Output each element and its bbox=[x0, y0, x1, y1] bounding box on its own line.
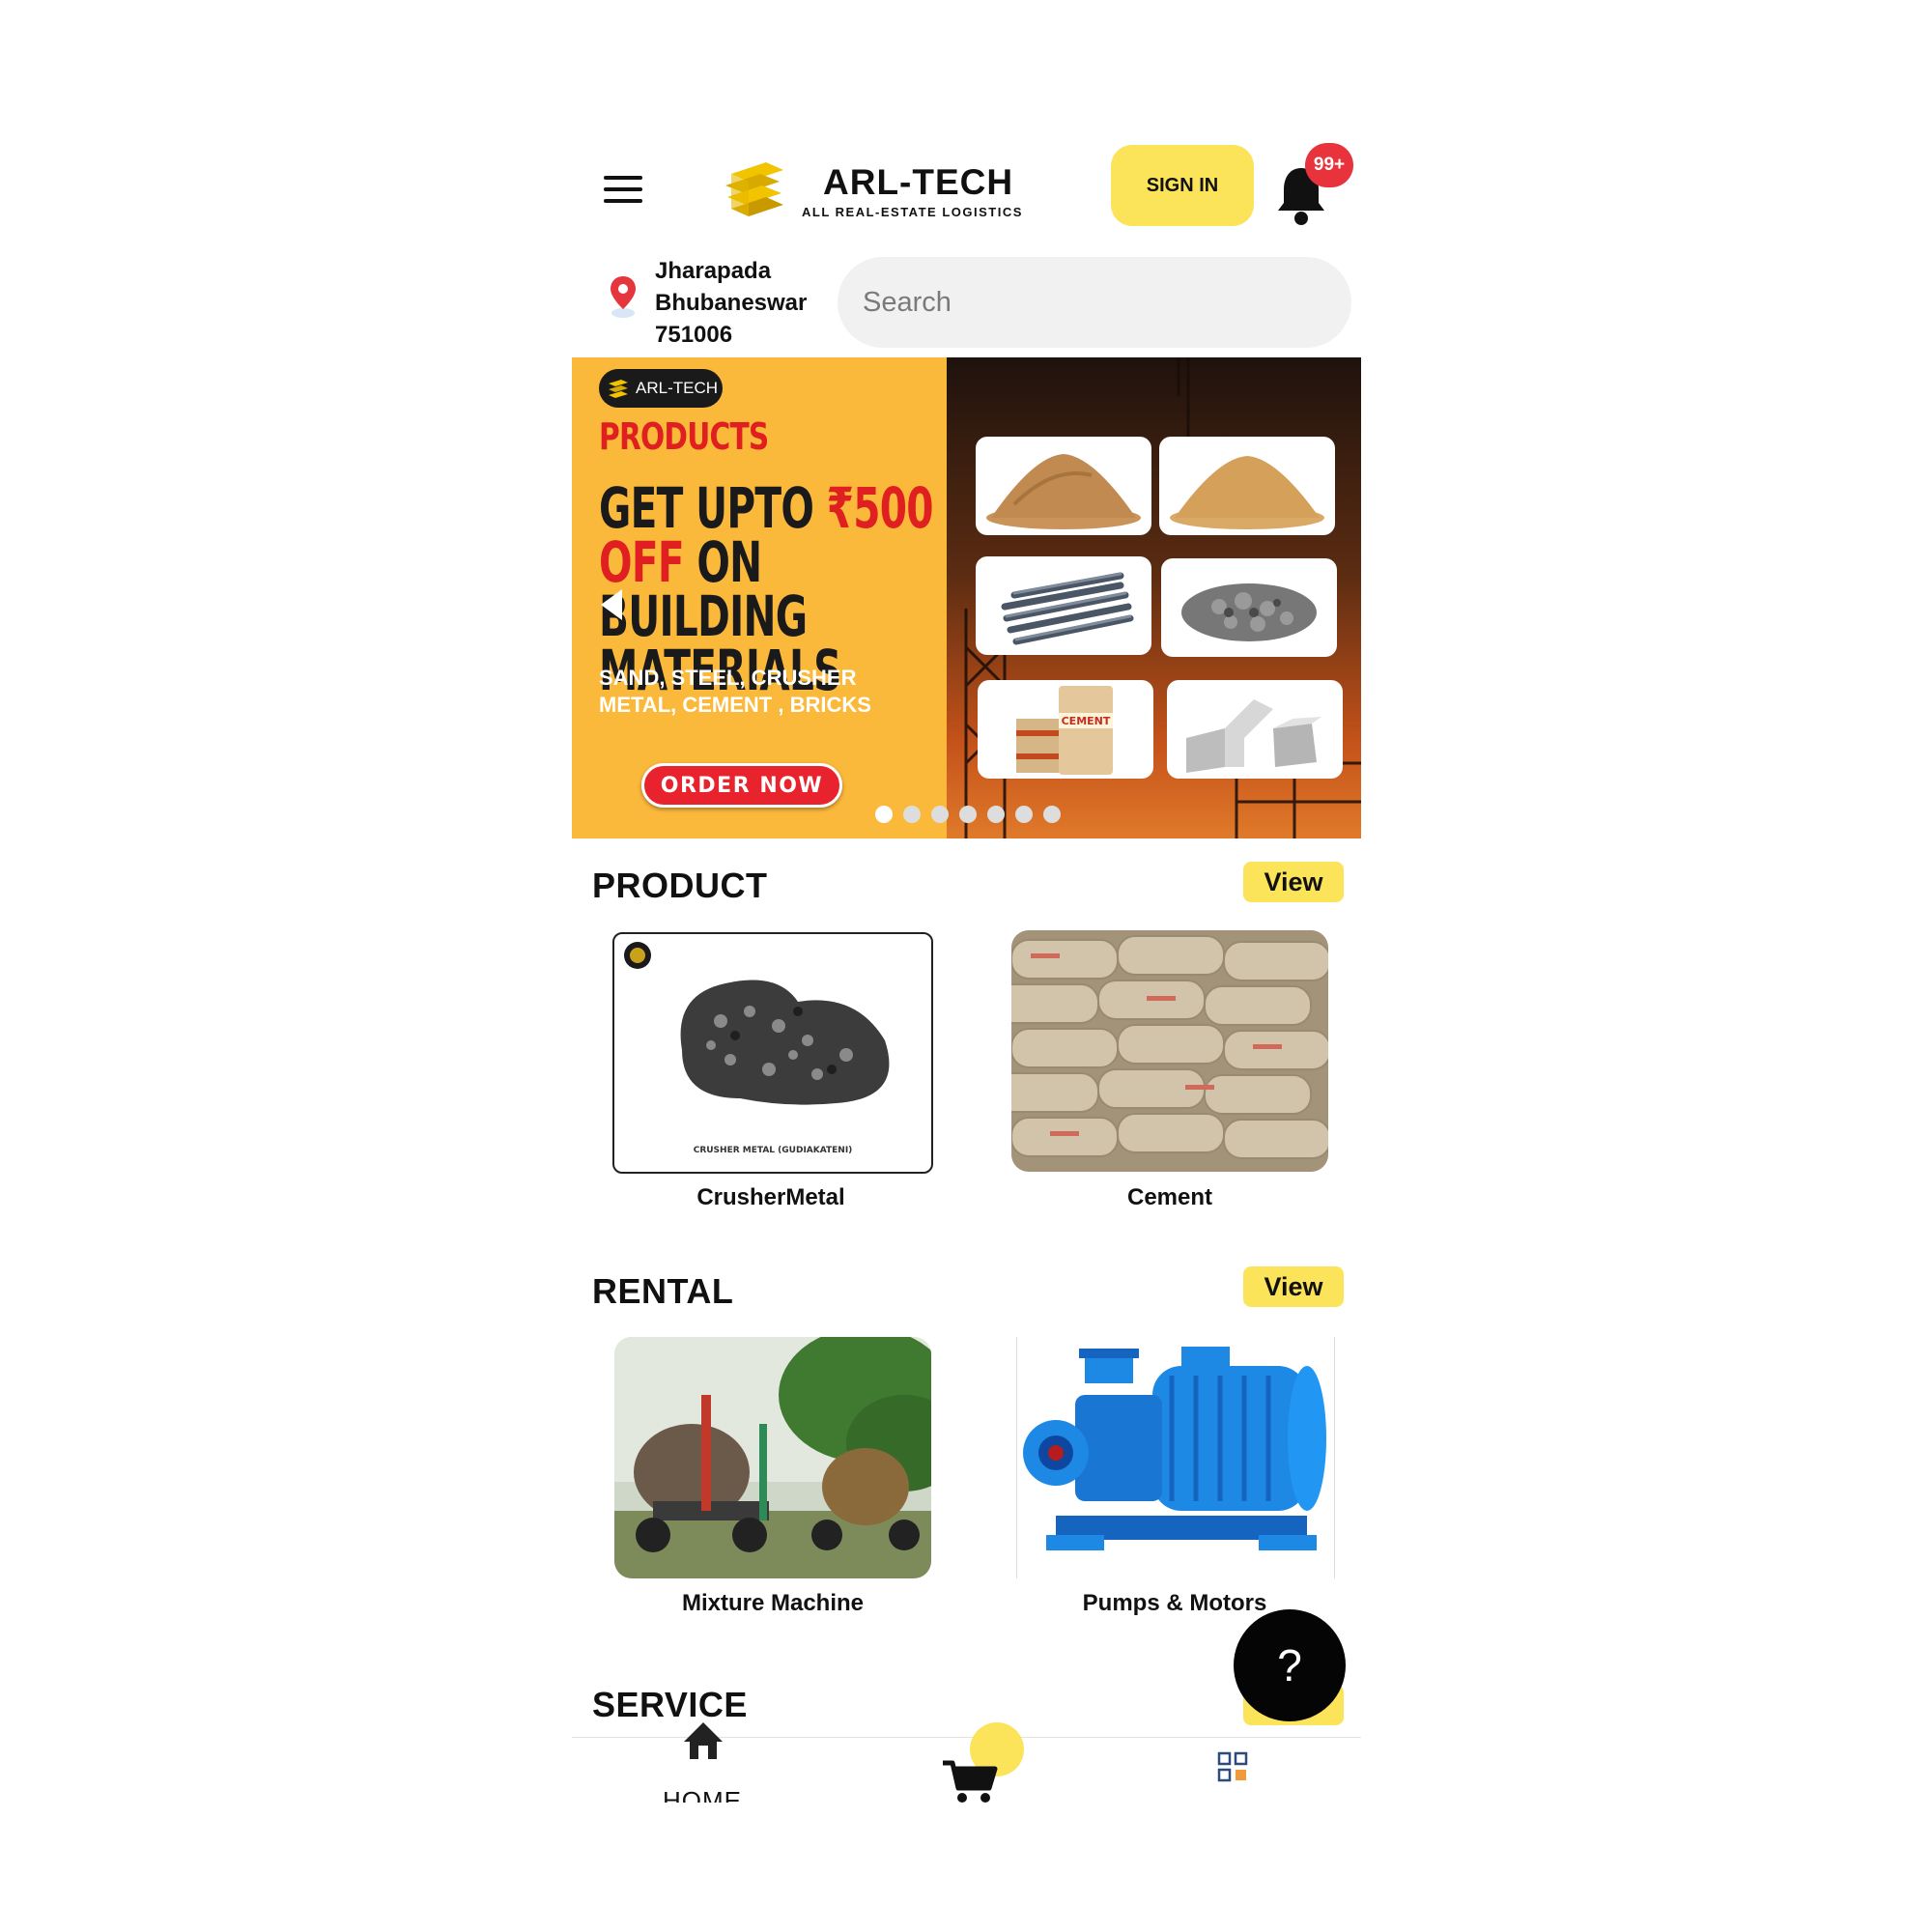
menu-icon[interactable] bbox=[604, 176, 642, 207]
location-line-2: Bhubaneswar bbox=[655, 290, 808, 316]
carousel-dot[interactable] bbox=[1015, 806, 1033, 823]
pump-motor-image bbox=[1023, 1347, 1326, 1550]
banner-subtitle: SAND, STEEL, CRUSHER METAL, CEMENT , BRI… bbox=[599, 666, 871, 717]
cement-bags-image: CEMENT bbox=[1016, 686, 1113, 775]
mixture-machine-image bbox=[614, 1337, 931, 1578]
cement-tile: CEMENT bbox=[978, 680, 1153, 779]
crusher-metal-card[interactable]: CRUSHER METAL (GUDIAKATENI) bbox=[612, 932, 933, 1174]
arl-tech-logo-icon bbox=[725, 162, 783, 216]
carousel-dot[interactable] bbox=[1043, 806, 1061, 823]
carousel-prev-icon[interactable] bbox=[601, 589, 622, 620]
arl-tech-small-logo-icon bbox=[609, 380, 628, 398]
location-line-1: Jharapada bbox=[655, 258, 772, 284]
fine-sand-tile bbox=[1159, 437, 1335, 535]
steel-rods-image bbox=[1001, 572, 1134, 645]
rental-section-title: RENTAL bbox=[592, 1271, 734, 1311]
bottom-navigation: HOME bbox=[572, 1722, 1361, 1803]
banner-brand-tag-text: ARL-TECH bbox=[636, 379, 719, 397]
product-view-button[interactable]: View bbox=[1243, 862, 1344, 902]
crusher-metal-tile bbox=[1161, 558, 1337, 657]
order-now-button[interactable]: ORDER NOW bbox=[641, 763, 842, 808]
steel-tile bbox=[976, 556, 1151, 655]
home-icon[interactable] bbox=[682, 1720, 724, 1761]
app-screen: ARL-TECH ALL REAL-ESTATE LOGISTICS SIGN … bbox=[572, 135, 1361, 1803]
sign-in-button[interactable]: SIGN IN bbox=[1111, 145, 1254, 226]
cement-stack-image bbox=[1011, 930, 1328, 1172]
cart-icon[interactable] bbox=[941, 1759, 999, 1803]
service-section-title: SERVICE bbox=[592, 1685, 748, 1724]
product-item-label[interactable]: CrusherMetal bbox=[612, 1184, 929, 1211]
carousel-dot[interactable] bbox=[931, 806, 949, 823]
mixture-machine-card[interactable] bbox=[614, 1337, 931, 1578]
cement-bag-text: CEMENT bbox=[1062, 715, 1111, 727]
banner-brand-tag: ARL-TECH bbox=[599, 369, 723, 408]
app-title: ARL-TECH bbox=[823, 162, 1014, 202]
sand-pile-image bbox=[986, 454, 1141, 529]
sand-tile bbox=[976, 437, 1151, 535]
carousel-dot[interactable] bbox=[987, 806, 1005, 823]
concrete-blocks-image bbox=[1186, 699, 1321, 773]
search-input[interactable] bbox=[838, 257, 1351, 348]
rental-item-label[interactable]: Mixture Machine bbox=[614, 1590, 931, 1617]
categories-grid-icon[interactable] bbox=[1217, 1751, 1248, 1782]
cement-card[interactable] bbox=[1011, 930, 1328, 1172]
pumps-motors-card[interactable] bbox=[1016, 1337, 1335, 1578]
carousel-dot[interactable] bbox=[959, 806, 977, 823]
carousel-dots bbox=[875, 806, 1061, 823]
notification-badge: 99+ bbox=[1305, 143, 1353, 187]
crusher-metal-image bbox=[1181, 583, 1317, 641]
delivery-location[interactable]: Jharapada Bhubaneswar 751006 bbox=[655, 255, 807, 351]
bricks-tile bbox=[1167, 680, 1343, 779]
product-item-label[interactable]: Cement bbox=[1011, 1184, 1328, 1211]
nav-home-label[interactable]: HOME bbox=[663, 1786, 742, 1803]
rental-view-button[interactable]: View bbox=[1243, 1266, 1344, 1307]
help-button[interactable]: ? bbox=[1234, 1609, 1346, 1721]
carousel-dot[interactable] bbox=[875, 806, 893, 823]
app-subtitle: ALL REAL-ESTATE LOGISTICS bbox=[802, 205, 1023, 219]
location-pin-icon[interactable] bbox=[608, 274, 639, 319]
crusher-metal-image: CRUSHER METAL (GUDIAKATENI) bbox=[624, 942, 890, 1155]
fine-sand-pile-image bbox=[1170, 456, 1324, 529]
banner-category: PRODUCTS bbox=[599, 415, 769, 458]
headline-amount: ₹500 bbox=[826, 475, 934, 541]
crusher-metal-caption: CRUSHER METAL (GUDIAKATENI) bbox=[694, 1146, 853, 1155]
product-section-title: PRODUCT bbox=[592, 866, 768, 905]
promo-banner-carousel[interactable]: ARL-TECH PRODUCTS GET UPTO ₹500 OFF ON BU… bbox=[572, 357, 1361, 838]
carousel-dot[interactable] bbox=[903, 806, 921, 823]
location-line-3: 751006 bbox=[655, 322, 733, 348]
